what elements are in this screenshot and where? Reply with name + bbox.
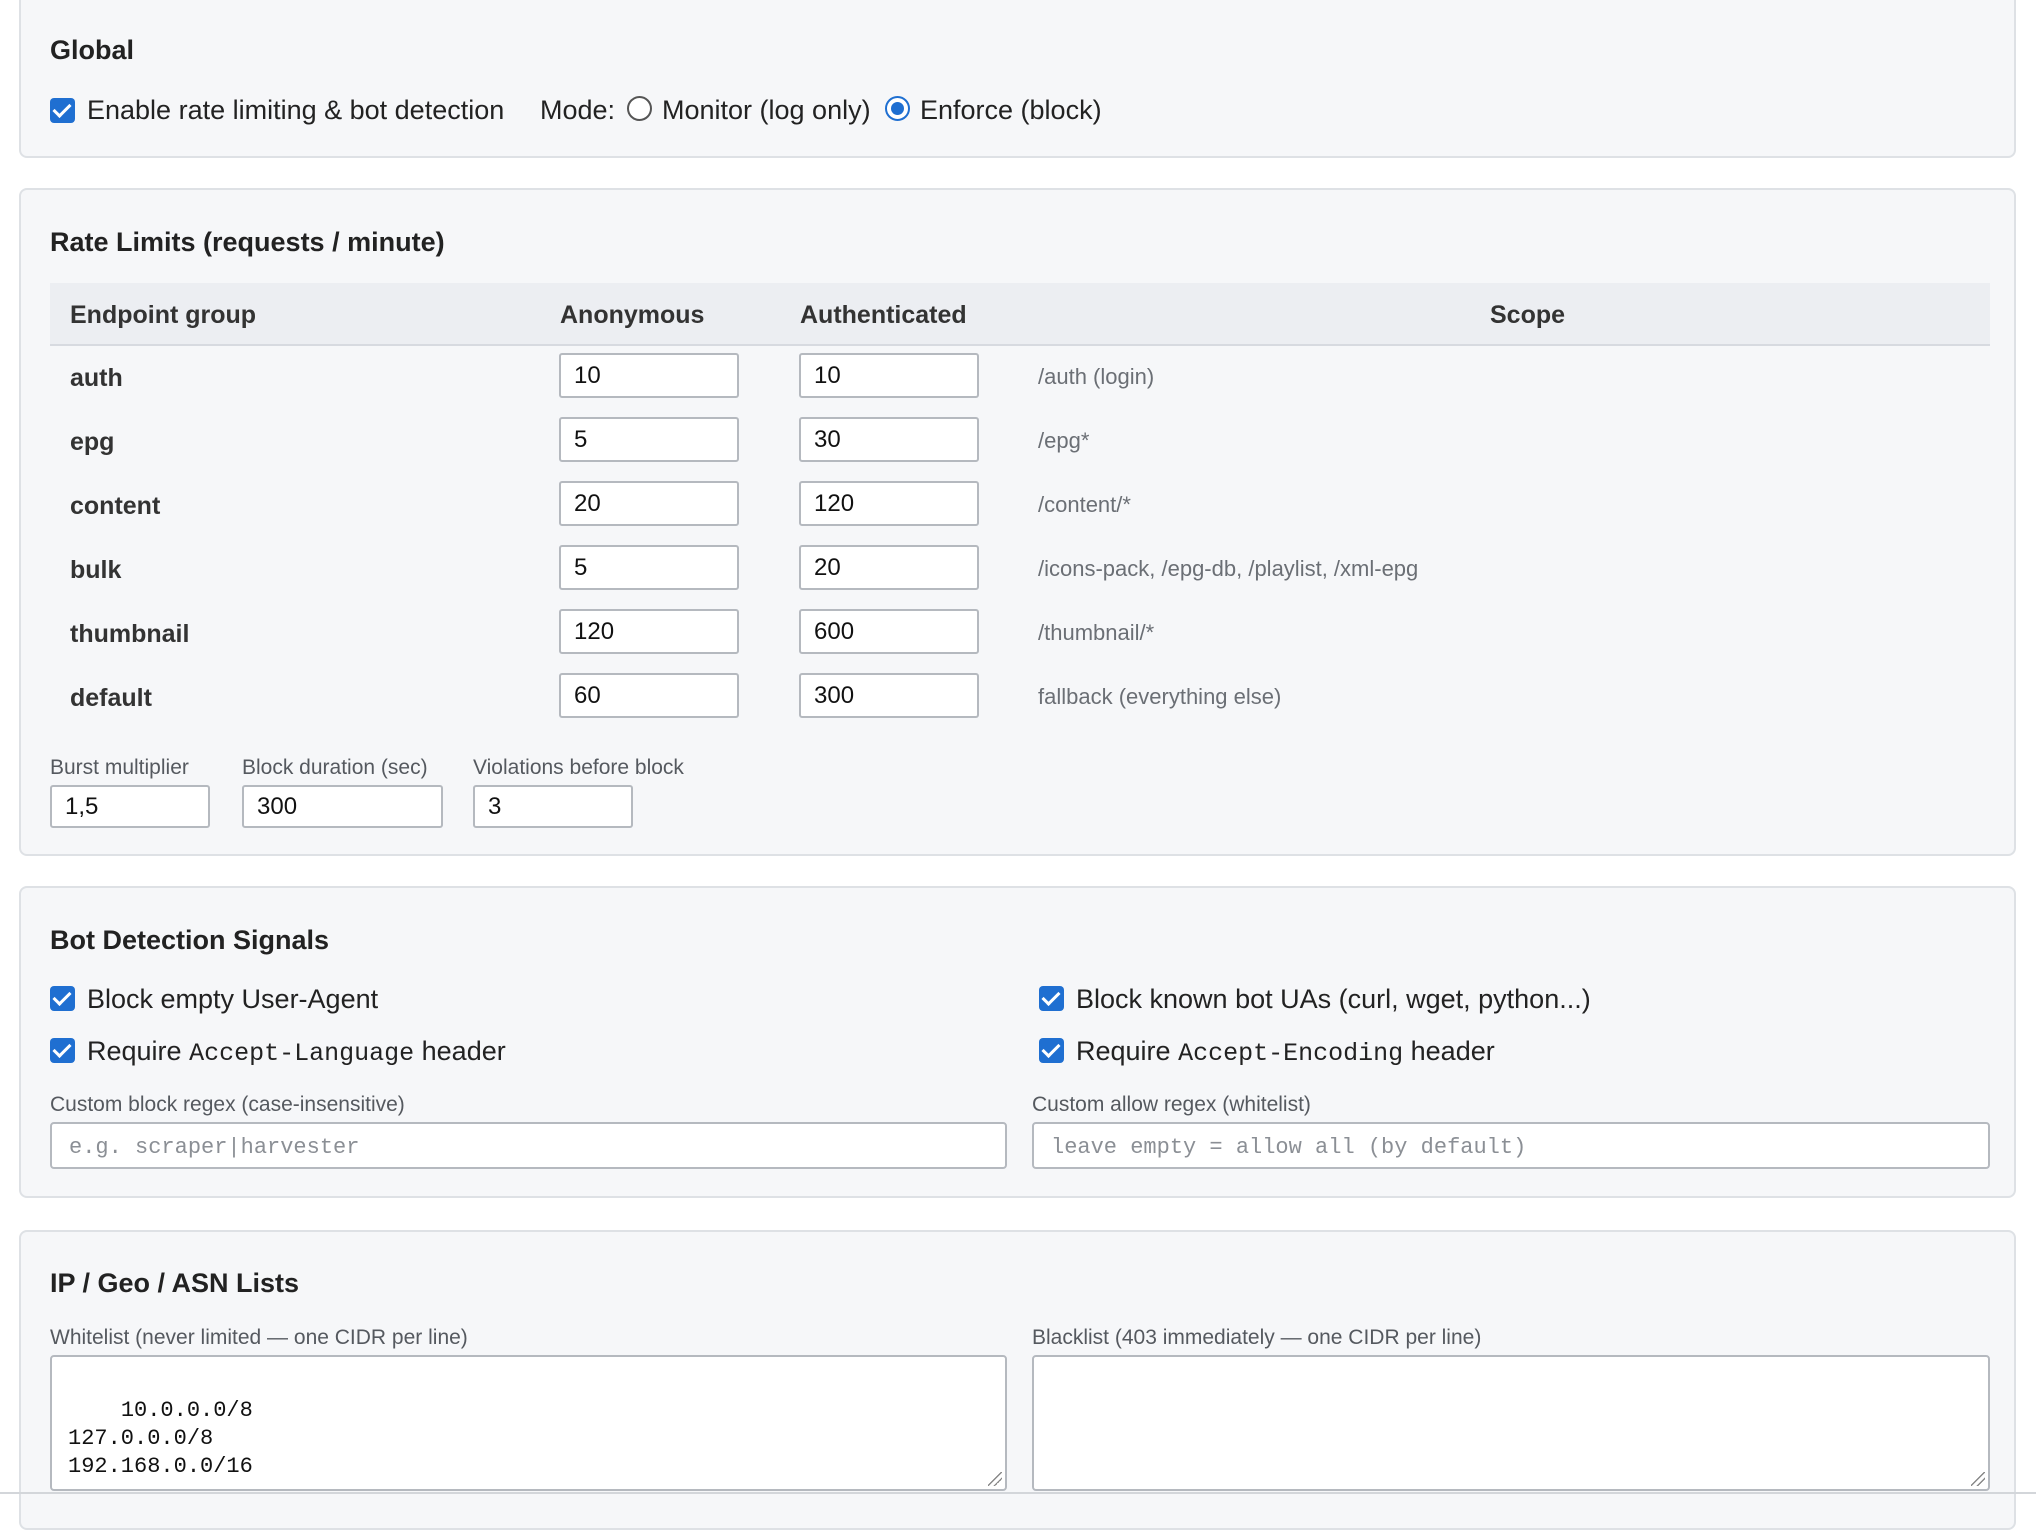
row-label-content: content (70, 492, 161, 520)
default-scope: fallback (everything else) (1038, 684, 1282, 709)
thumbnail-authenticated-input[interactable]: 600 (799, 609, 979, 654)
global-card: Global Enable rate limiting & bot detect… (19, 0, 2016, 158)
require-accept-language-checkbox[interactable] (50, 1038, 75, 1063)
enable-rate-limiting-checkbox[interactable] (50, 98, 75, 123)
mode-enforce-label[interactable]: Enforce (block) (920, 95, 1102, 126)
epg-authenticated-input[interactable]: 30 (799, 417, 979, 462)
bulk-anonymous-input[interactable]: 5 (559, 545, 739, 590)
accept-language-code: Accept-Language (189, 1039, 415, 1068)
rate-limits-title: Rate Limits (requests / minute) (50, 227, 445, 257)
resize-handle-icon[interactable] (988, 1472, 1002, 1486)
rate-limits-table-header: Endpoint group Anonymous Authenticated S… (50, 283, 1990, 346)
whitelist-textarea[interactable]: 10.0.0.0/8 127.0.0.0/8 192.168.0.0/16 (50, 1355, 1007, 1491)
auth-anonymous-input[interactable]: 10 (559, 353, 739, 398)
custom-block-regex-label: Custom block regex (case-insensitive) (50, 1093, 405, 1116)
bot-detection-card: Bot Detection Signals Block empty User-A… (19, 886, 2016, 1198)
enable-rate-limiting-label[interactable]: Enable rate limiting & bot detection (87, 95, 504, 126)
violations-before-block-label: Violations before block (473, 756, 684, 779)
default-anonymous-input[interactable]: 60 (559, 673, 739, 718)
thumbnail-anonymous-input[interactable]: 120 (559, 609, 739, 654)
whitelist-value: 10.0.0.0/8 127.0.0.0/8 192.168.0.0/16 (68, 1398, 253, 1479)
auth-authenticated-input[interactable]: 10 (799, 353, 979, 398)
require-accept-encoding-label[interactable]: Require Accept-Encoding header (1076, 1036, 1495, 1068)
content-authenticated-input[interactable]: 120 (799, 481, 979, 526)
viewport-bottom-divider (0, 1492, 2036, 1494)
row-label-epg: epg (70, 428, 115, 456)
bulk-scope: /icons-pack, /epg-db, /playlist, /xml-ep… (1038, 556, 1419, 581)
violations-before-block-input[interactable]: 3 (473, 785, 633, 828)
require-word: Require (87, 1036, 182, 1066)
column-header-authenticated: Authenticated (800, 301, 967, 329)
header-word: header (1410, 1036, 1495, 1066)
bulk-authenticated-input[interactable]: 20 (799, 545, 979, 590)
global-title: Global (50, 35, 135, 65)
block-known-bots-label[interactable]: Block known bot UAs (curl, wget, python.… (1076, 984, 1591, 1015)
require-accept-language-label[interactable]: Require Accept-Language header (87, 1036, 506, 1068)
blacklist-textarea[interactable] (1032, 1355, 1990, 1491)
column-header-endpoint-group: Endpoint group (70, 301, 257, 329)
block-empty-ua-checkbox[interactable] (50, 986, 75, 1011)
blacklist-label: Blacklist (403 immediately — one CIDR pe… (1032, 1326, 1482, 1349)
column-header-anonymous: Anonymous (560, 301, 705, 329)
bot-detection-title: Bot Detection Signals (50, 925, 330, 955)
thumbnail-scope: /thumbnail/* (1038, 620, 1155, 645)
epg-anonymous-input[interactable]: 5 (559, 417, 739, 462)
mode-monitor-radio[interactable] (627, 96, 652, 121)
rate-limits-card: Rate Limits (requests / minute) Endpoint… (19, 188, 2016, 856)
row-label-bulk: bulk (70, 556, 122, 584)
accept-encoding-code: Accept-Encoding (1178, 1039, 1404, 1068)
block-duration-label: Block duration (sec) (242, 756, 428, 779)
resize-handle-icon[interactable] (1971, 1472, 1985, 1486)
block-known-bots-checkbox[interactable] (1039, 986, 1064, 1011)
row-label-auth: auth (70, 364, 123, 392)
custom-block-regex-input[interactable]: e.g. scraper|harvester (50, 1122, 1007, 1169)
mode-monitor-label[interactable]: Monitor (log only) (662, 95, 871, 126)
header-word: header (421, 1036, 506, 1066)
burst-multiplier-input[interactable]: 1,5 (50, 785, 210, 828)
ip-lists-title: IP / Geo / ASN Lists (50, 1268, 300, 1298)
custom-allow-regex-label: Custom allow regex (whitelist) (1032, 1093, 1311, 1116)
auth-scope: /auth (login) (1038, 364, 1155, 389)
content-anonymous-input[interactable]: 20 (559, 481, 739, 526)
block-empty-ua-label[interactable]: Block empty User-Agent (87, 984, 378, 1015)
column-header-scope: Scope (1490, 301, 1566, 329)
mode-label: Mode: (540, 95, 616, 125)
require-accept-encoding-checkbox[interactable] (1039, 1038, 1064, 1063)
default-authenticated-input[interactable]: 300 (799, 673, 979, 718)
block-duration-input[interactable]: 300 (242, 785, 443, 828)
whitelist-label: Whitelist (never limited — one CIDR per … (50, 1326, 468, 1349)
burst-multiplier-label: Burst multiplier (50, 756, 189, 779)
row-label-default: default (70, 684, 152, 712)
require-word: Require (1076, 1036, 1171, 1066)
custom-allow-regex-input[interactable]: leave empty = allow all (by default) (1032, 1122, 1990, 1169)
row-label-thumbnail: thumbnail (70, 620, 190, 648)
epg-scope: /epg* (1038, 428, 1090, 453)
mode-enforce-radio[interactable] (885, 96, 910, 121)
content-scope: /content/* (1038, 492, 1131, 517)
ip-lists-card: IP / Geo / ASN Lists Whitelist (never li… (19, 1230, 2016, 1530)
